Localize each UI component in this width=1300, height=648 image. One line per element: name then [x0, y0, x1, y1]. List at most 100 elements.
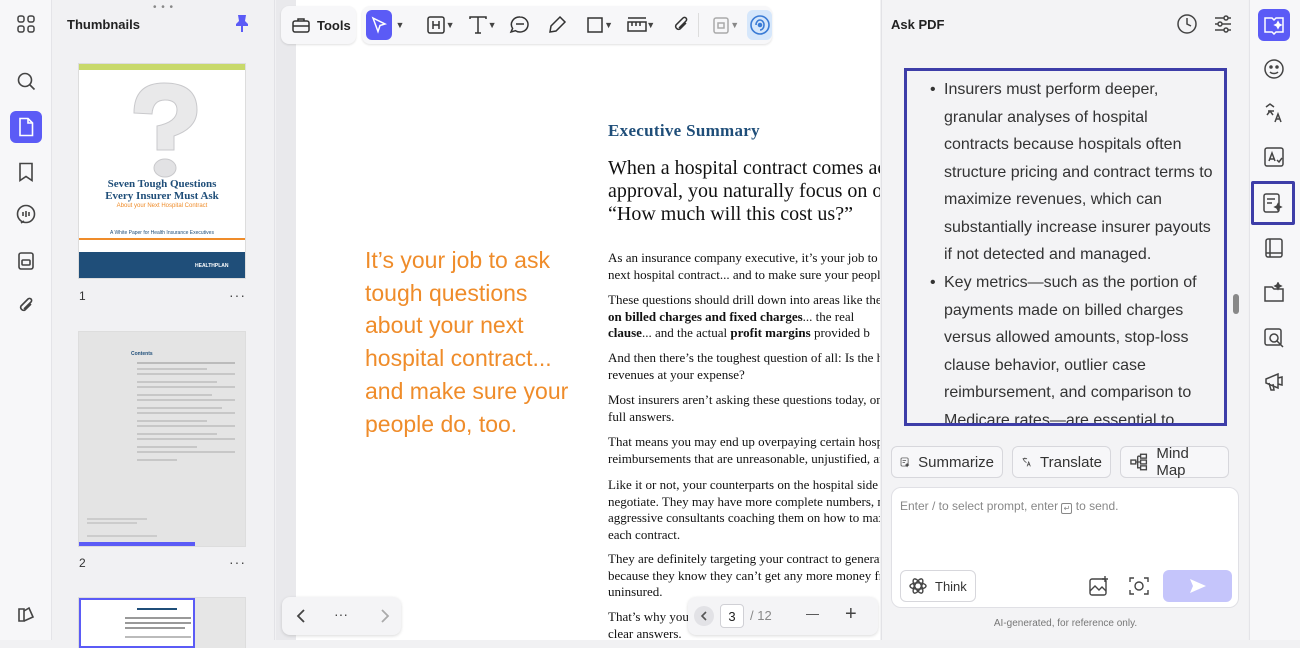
bookmark-icon[interactable] [10, 156, 42, 188]
translate-icon [1022, 457, 1031, 467]
text-tool-icon[interactable] [467, 11, 490, 39]
ai-folder-icon[interactable] [1258, 277, 1290, 309]
add-image-icon[interactable] [1088, 575, 1110, 597]
paperclip-icon[interactable] [10, 290, 42, 322]
ask-pdf-panel: Ask PDF • Insurers must perform deeper, g… [881, 0, 1248, 640]
cover-subtitle: About your Next Hospital Contract [116, 203, 208, 209]
ai-assistant-icon[interactable] [747, 10, 773, 40]
translate-icon[interactable] [1258, 97, 1290, 129]
history-icon[interactable] [1176, 13, 1198, 35]
comment-icon[interactable] [10, 199, 42, 231]
lead-paragraph: When a hospital contract comes acro appr… [608, 157, 880, 225]
thumbnails-page-icon[interactable] [10, 111, 42, 143]
right-rail [1249, 0, 1300, 640]
thumbnail-page-number: 2 [79, 556, 86, 570]
next-page-icon[interactable] [380, 608, 390, 624]
chevron-down-icon[interactable]: ▼ [646, 20, 655, 30]
pin-icon[interactable] [233, 14, 251, 34]
annotation-toolbar: ▼ ▼ ▼ ▼ ▼ ▼ [362, 6, 773, 44]
more-options-button[interactable]: ··· [334, 606, 348, 622]
body-paragraph: Like it or not, your counterparts on the… [608, 477, 880, 542]
thumbnail-page-2[interactable]: Contents [79, 332, 245, 546]
cover-tagline: A White Paper for Health Insurance Execu… [110, 230, 214, 236]
document-viewer[interactable]: It’s your job to ask tough questions abo… [276, 0, 880, 640]
book-reader-icon[interactable] [1258, 232, 1290, 264]
text-box-icon[interactable] [424, 11, 447, 39]
summarize-icon [900, 457, 910, 468]
comment-bubble-icon[interactable] [509, 11, 532, 39]
cover-title-line2: Every Insurer Must Ask [105, 190, 219, 202]
tools-button[interactable]: Tools [281, 6, 356, 44]
attachment-doc-icon[interactable] [10, 245, 42, 277]
question-mark-graphic [119, 78, 209, 188]
contents-title: Contents [131, 351, 153, 357]
chevron-down-icon[interactable]: ▼ [604, 20, 613, 30]
ai-disclaimer: AI-generated, for reference only. [993, 618, 1138, 629]
toolbox-icon [291, 16, 311, 34]
body-paragraph: Most insurers aren’t asking these questi… [608, 392, 880, 424]
body-paragraph: That means you may end up overpaying cer… [608, 434, 880, 466]
ai-summary-icon[interactable] [1251, 181, 1295, 225]
send-icon [1189, 579, 1206, 593]
thumbnail-more-button[interactable]: ··· [229, 287, 246, 303]
thumbnail-more-button[interactable]: ··· [229, 554, 246, 570]
apps-grid-icon[interactable] [10, 8, 42, 40]
select-cursor-icon[interactable] [366, 10, 393, 40]
answer-bullet: • Key metrics—such as the portion of paym… [930, 274, 1197, 426]
thumbnail-page-3[interactable] [79, 598, 245, 648]
page-number-input[interactable]: 3 [720, 604, 744, 628]
ask-pdf-title: Ask PDF [891, 17, 945, 32]
layers-icon[interactable] [10, 599, 42, 631]
executive-summary-heading: Executive Summary [608, 121, 760, 140]
thumbnails-title: Thumbnails [67, 17, 140, 32]
page-nav-bar: ··· [282, 597, 401, 635]
presentation-icon[interactable] [1258, 366, 1290, 398]
stamp-icon[interactable] [709, 11, 732, 39]
body-paragraph-emphasis: These questions should drill down into a… [608, 292, 880, 340]
zoom-out-button[interactable]: — [806, 606, 819, 621]
body-paragraph: They are definitely targeting your contr… [608, 551, 880, 599]
measure-icon[interactable] [625, 11, 648, 39]
chevron-down-icon[interactable]: ▼ [395, 20, 404, 30]
attach-icon[interactable] [669, 11, 692, 39]
prompt-input[interactable]: Enter / to select prompt, enter ↵ to sen… [891, 487, 1239, 608]
answer-bullet: • Insurers must perform deeper, granular … [930, 81, 1213, 263]
ai-answer-region[interactable]: • Insurers must perform deeper, granular … [904, 68, 1227, 426]
pull-quote: It’s your job to ask tough questions abo… [365, 247, 569, 437]
chevron-down-icon[interactable]: ▼ [446, 20, 455, 30]
page-total: / 12 [750, 608, 772, 623]
mind-map-icon [1130, 453, 1148, 471]
settings-sliders-icon[interactable] [1212, 13, 1234, 35]
zoom-in-button[interactable]: + [845, 603, 857, 626]
atom-icon [909, 578, 927, 594]
cover-title-line1: Seven Tough Questions [107, 178, 217, 190]
page-up-icon[interactable] [694, 606, 714, 626]
page-zoom-bar: 3 / 12 — + [688, 597, 878, 635]
prompt-placeholder: Enter / to select prompt, enter ↵ to sen… [900, 499, 1119, 514]
thumbnails-panel: • • • Thumbnails Seven Tough Questions E… [53, 0, 275, 648]
chevron-down-icon[interactable]: ▼ [730, 20, 739, 30]
think-button[interactable]: Think [900, 570, 976, 602]
ai-book-icon[interactable] [1258, 9, 1290, 41]
mind-map-button[interactable]: Mind Map [1120, 445, 1229, 479]
thumbnail-page-1[interactable]: Seven Tough Questions Every Insurer Must… [79, 64, 245, 278]
left-rail [0, 0, 52, 640]
pdf-page: It’s your job to ask tough questions abo… [296, 0, 880, 640]
enter-key-icon: ↵ [1061, 503, 1073, 514]
send-button[interactable] [1163, 570, 1232, 602]
ocr-icon[interactable] [1258, 141, 1290, 173]
pen-icon[interactable] [546, 11, 569, 39]
screenshot-icon[interactable] [1128, 575, 1150, 597]
body-paragraph: And then there’s the toughest question o… [608, 350, 880, 382]
chevron-down-icon[interactable]: ▼ [488, 20, 497, 30]
summarize-button[interactable]: Summarize [891, 446, 1003, 478]
ai-chat-face-icon[interactable] [1258, 53, 1290, 85]
drag-grip-icon[interactable]: • • • [153, 2, 174, 13]
cover-logo: HEALTHPLAN [195, 263, 229, 269]
rectangle-icon[interactable] [583, 11, 606, 39]
ai-search-icon[interactable] [1258, 322, 1290, 354]
translate-button[interactable]: Translate [1012, 446, 1111, 478]
prev-page-icon[interactable] [296, 608, 306, 624]
search-icon[interactable] [10, 65, 42, 97]
scrollbar-thumb[interactable] [1233, 294, 1239, 314]
